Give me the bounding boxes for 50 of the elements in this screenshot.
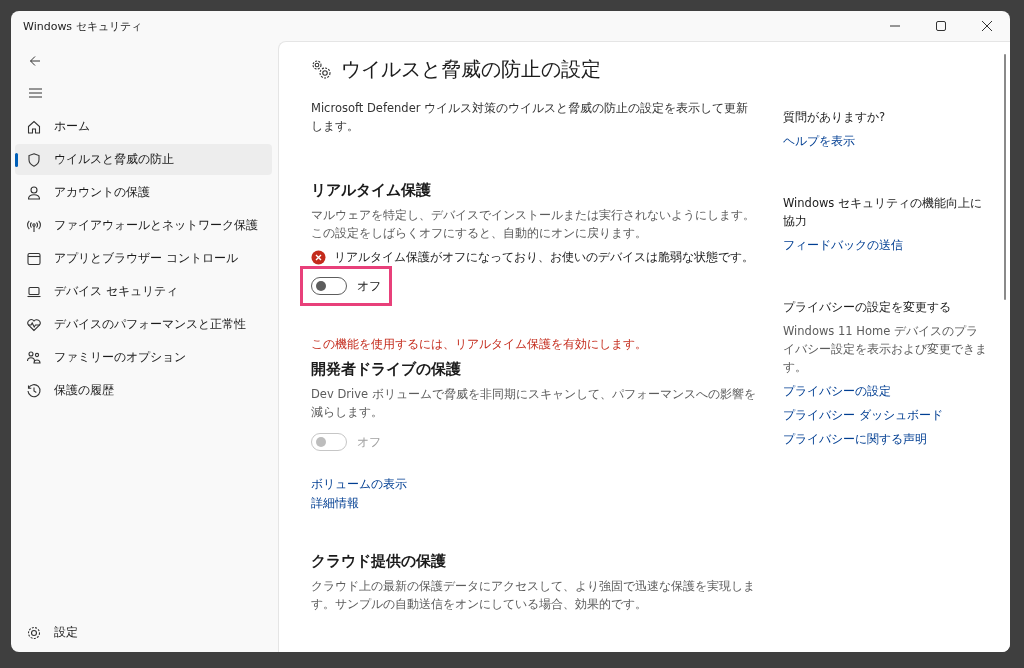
heart-icon [26, 316, 42, 333]
shield-icon [26, 151, 42, 168]
maximize-icon [936, 21, 946, 31]
window-title: Windows セキュリティ [23, 18, 143, 34]
toggle-switch[interactable] [311, 277, 347, 295]
aside-heading: Windows セキュリティの機能向上に協力 [783, 195, 983, 230]
window-icon [26, 250, 42, 267]
section-heading: クラウド提供の保護 [311, 552, 447, 571]
link[interactable]: 詳細情報 [311, 494, 359, 512]
close-icon [982, 21, 992, 31]
section-description: マルウェアを特定し、デバイスでインストールまたは実行されないようにします。この設定をしばらくオフにすると、自動的にオンに戻ります。 [311, 207, 756, 242]
scrollbar-thumb[interactable] [1004, 54, 1006, 300]
aside-heading: 質問がありますか? [783, 109, 887, 126]
home-icon [26, 118, 42, 135]
link[interactable]: フィードバックの送信 [783, 236, 903, 254]
link[interactable]: プライバシー ダッシュボード [783, 406, 943, 424]
toggle-label: オフ [357, 434, 381, 450]
page-title: ウイルスと脅威の防止の設定 [341, 56, 601, 83]
link[interactable]: ヘルプを表示 [783, 132, 855, 150]
sidebar-item[interactable]: アカウントの保護 [15, 177, 272, 208]
back-arrow-icon [29, 55, 41, 67]
link[interactable]: ボリュームの表示 [311, 475, 407, 493]
sidebar-item[interactable]: ウイルスと脅威の防止 [15, 144, 272, 175]
section-description: クラウド上の最新の保護データにアクセスして、より強固で迅速な保護を実現します。サンプルの自動送信をオンにしている場合、効果的です。 [311, 578, 756, 613]
sidebar-item[interactable]: 保護の履歴 [15, 375, 272, 406]
section-description: Dev Drive ボリュームで脅威を非同期にスキャンして、パフォーマンスへの影響を減らします。 [311, 386, 757, 421]
error-icon [311, 250, 326, 265]
link[interactable]: プライバシーの設定 [783, 382, 891, 400]
section-heading: リアルタイム保護 [311, 181, 432, 200]
menu-icon [28, 88, 42, 98]
settings-icon [26, 624, 42, 641]
settings-icon [311, 58, 333, 81]
sidebar-item[interactable]: ファイアウォールとネットワーク保護 [15, 210, 272, 241]
sidebar-item[interactable]: アプリとブラウザー コントロール [15, 243, 272, 274]
toggle-label: オフ [357, 278, 381, 294]
aside-text: Windows 11 Home デバイスのプライバシー設定を表示および変更できます。 [783, 323, 988, 376]
sidebar-item[interactable]: ホーム [15, 111, 272, 142]
link[interactable]: プライバシーに関する声明 [783, 430, 927, 448]
section-heading: 開発者ドライブの保護 [311, 360, 462, 379]
sidebar-item[interactable]: デバイス セキュリティ [15, 276, 272, 307]
history-icon [26, 382, 42, 399]
sidebar-item[interactable]: デバイスのパフォーマンスと正常性 [15, 309, 272, 340]
requirement-warning: この機能を使用するには、リアルタイム保護を有効にします。 [311, 337, 648, 352]
alert-text: リアルタイム保護がオフになっており、お使いのデバイスは脆弱な状態です。 [334, 250, 754, 265]
page-description: Microsoft Defender ウイルス対策のウイルスと脅威の防止の設定を表示して更新します。 [311, 100, 750, 135]
settings-item[interactable]: 設定 [15, 617, 272, 648]
aside-heading: プライバシーの設定を変更する [783, 299, 952, 316]
family-icon [26, 349, 42, 366]
person-icon [26, 184, 42, 201]
sidebar-item[interactable]: ファミリーのオプション [15, 342, 272, 373]
